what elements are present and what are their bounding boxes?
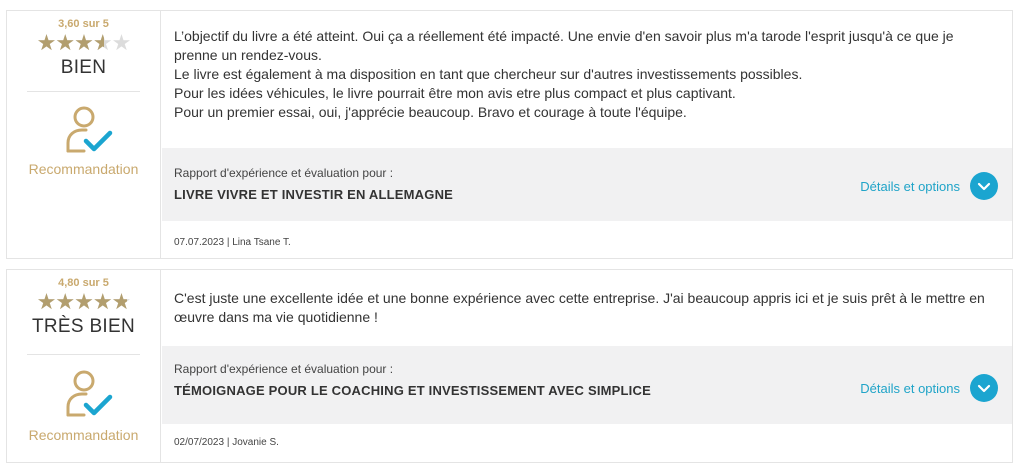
product-box: Rapport d'expérience et évaluation pour … [162,346,1012,424]
divider [27,354,140,355]
person-check-icon [66,106,113,153]
star-icon: ★★ [74,289,94,314]
review-paragraph: C'est juste une excellente idée et une b… [174,290,985,325]
recommendation-label: Recommandation [28,161,139,177]
star-icon: ★★ [36,30,57,55]
star-icon: ★★ [92,30,113,55]
score-text: 3,60 sur 5 [58,18,109,30]
star-icon: ★★ [111,289,132,314]
review-paragraph: Pour un premier essai, oui, j'apprécie b… [174,104,687,120]
score-text: 4,80 sur 5 [58,277,109,289]
recommendation-label: Recommandation [28,427,139,443]
star-rating: ★★★★★★★★★★ [7,32,160,54]
person-check-icon [66,370,113,417]
review-content: C'est juste une excellente idée et une b… [162,270,1012,462]
report-label: Rapport d'expérience et évaluation pour … [174,362,394,376]
product-name: TÉMOIGNAGE POUR LE COACHING ET INVESTISS… [174,383,651,398]
review-card: 3,60 sur 5 ★★★★★★★★★★ BIEN Recommandatio… [6,10,1013,259]
divider [27,91,140,92]
star-rating: ★★★★★★★★★★ [7,291,160,313]
review-text: C'est juste une excellente idée et une b… [174,289,992,327]
chevron-down-icon[interactable] [970,374,998,402]
review-content: L’objectif du livre a été atteint. Oui ç… [162,11,1012,258]
review-meta: 07.07.2023 | Lina Tsane T. [174,237,291,248]
grade-label: TRÈS BIEN [32,316,135,337]
product-box: Rapport d'expérience et évaluation pour … [162,148,1012,221]
details-label[interactable]: Détails et options [860,381,960,396]
report-label: Rapport d'expérience et évaluation pour … [174,166,394,180]
review-paragraph: Pour les idées véhicules, le livre pourr… [174,85,736,101]
review-paragraph: L’objectif du livre a été atteint. Oui ç… [174,28,954,63]
review-card: 4,80 sur 5 ★ ★ ★ ★ ★ ★ ★ ★ ★ ★ TRÈS BIEN Recomman… [6,269,1013,463]
details-options-button[interactable]: Détails et options [860,172,998,200]
product-name: LIVRE VIVRE ET INVESTIR EN ALLEMAGNE [174,187,454,202]
rating-column: 4,80 sur 5 ★ ★ ★ ★ ★ ★ ★ ★ ★ ★ TRÈS BIEN Recomman… [7,270,161,462]
star-icon: ★★ [74,30,94,55]
rating-column: 3,60 sur 5 ★★★★★★★★★★ BIEN Recommandatio… [7,11,161,258]
review-text: L’objectif du livre a été atteint. Oui ç… [174,27,992,122]
review-meta: 02/07/2023 | Jovanie S. [174,437,279,448]
details-options-button[interactable]: Détails et options [860,374,998,402]
star-icon: ★★ [55,30,75,55]
star-icon: ★★ [36,289,57,314]
star-icon: ★★ [92,289,113,314]
details-label[interactable]: Détails et options [860,179,960,194]
star-icon: ★★ [111,30,132,55]
star-icon: ★★ [55,289,75,314]
grade-label: BIEN [60,57,107,78]
chevron-down-icon[interactable] [970,172,998,200]
review-paragraph: Le livre est également à ma disposition … [174,66,803,82]
